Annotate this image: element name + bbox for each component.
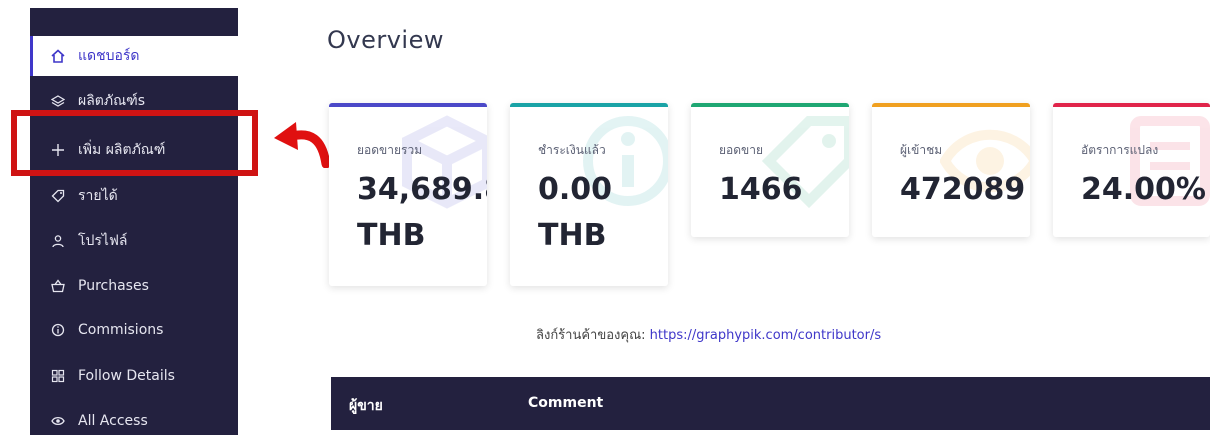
sidebar-item-commisions[interactable]: Commisions [30,310,238,350]
tag-icon [50,188,66,204]
sidebar: แดชบอร์ด ผลิตภัณฑ์s เพิ่ม ผลิตภัณฑ์ รายไ… [30,8,238,435]
sidebar-item-income[interactable]: รายได้ [30,176,238,216]
sidebar-item-label: All Access [78,413,148,429]
card-accent [1053,103,1210,107]
basket-icon [50,278,66,294]
layers-icon [50,93,66,109]
card-accent [872,103,1030,107]
grid-icon [50,368,66,384]
store-link-row: ลิงก์ร้านค้าของคุณ: https://graphypik.co… [536,324,916,345]
store-link-label: ลิงก์ร้านค้าของคุณ: [536,328,646,343]
card-label: ยอดขายรวม [357,143,423,157]
card-conversion-rate: อัตราการแปลง 24.00% [1053,103,1210,237]
home-icon [50,48,66,64]
card-value: 24.00% [1081,172,1206,207]
card-total-sales: ยอดขายรวม 34,689.8 THB [329,103,487,286]
card-label: ชำระเงินแล้ว [538,143,606,157]
card-sales-count: ยอดขาย 1466 [691,103,849,237]
card-visitors: ผู้เข้าชม 472089 [872,103,1030,237]
sidebar-item-all-access[interactable]: All Access [30,401,238,441]
sidebar-item-label: Commisions [78,322,164,338]
sidebar-item-follow-details[interactable]: Follow Details [30,356,238,396]
card-label: อัตราการแปลง [1081,143,1159,157]
card-label: ยอดขาย [719,143,764,157]
sidebar-item-label: Purchases [78,278,149,294]
red-arrow-icon [274,122,330,168]
card-value: 472089 [900,172,1026,207]
sidebar-item-purchases[interactable]: Purchases [30,266,238,306]
sidebar-item-label: ผลิตภัณฑ์s [78,93,146,109]
card-accent [510,103,668,107]
card-accent [691,103,849,107]
sidebar-item-label: Follow Details [78,368,175,384]
card-value: 34,689.8 THB [357,172,487,253]
column-header-comment: Comment [528,395,604,411]
sidebar-item-label: แดชบอร์ด [78,48,140,64]
info-icon [50,322,66,338]
card-value: 1466 [719,172,803,207]
highlight-box [11,110,258,176]
eye-icon [50,413,66,429]
card-value: 0.00 THB [538,172,613,253]
card-paid: ชำระเงินแล้ว 0.00 THB [510,103,668,286]
table-header: ผู้ขาย Comment [331,377,1210,430]
sidebar-item-dashboard[interactable]: แดชบอร์ด [30,36,238,76]
sidebar-item-label: รายได้ [78,188,118,204]
column-header-seller: ผู้ขาย [349,398,383,414]
user-icon [50,233,66,249]
sidebar-item-profile[interactable]: โปรไฟล์ [30,221,238,261]
sidebar-item-label: โปรไฟล์ [78,233,128,249]
store-link-url[interactable]: https://graphypik.com/contributor/s [650,328,881,343]
card-label: ผู้เข้าชม [900,143,943,157]
card-accent [329,103,487,107]
page-title: Overview [327,26,444,54]
